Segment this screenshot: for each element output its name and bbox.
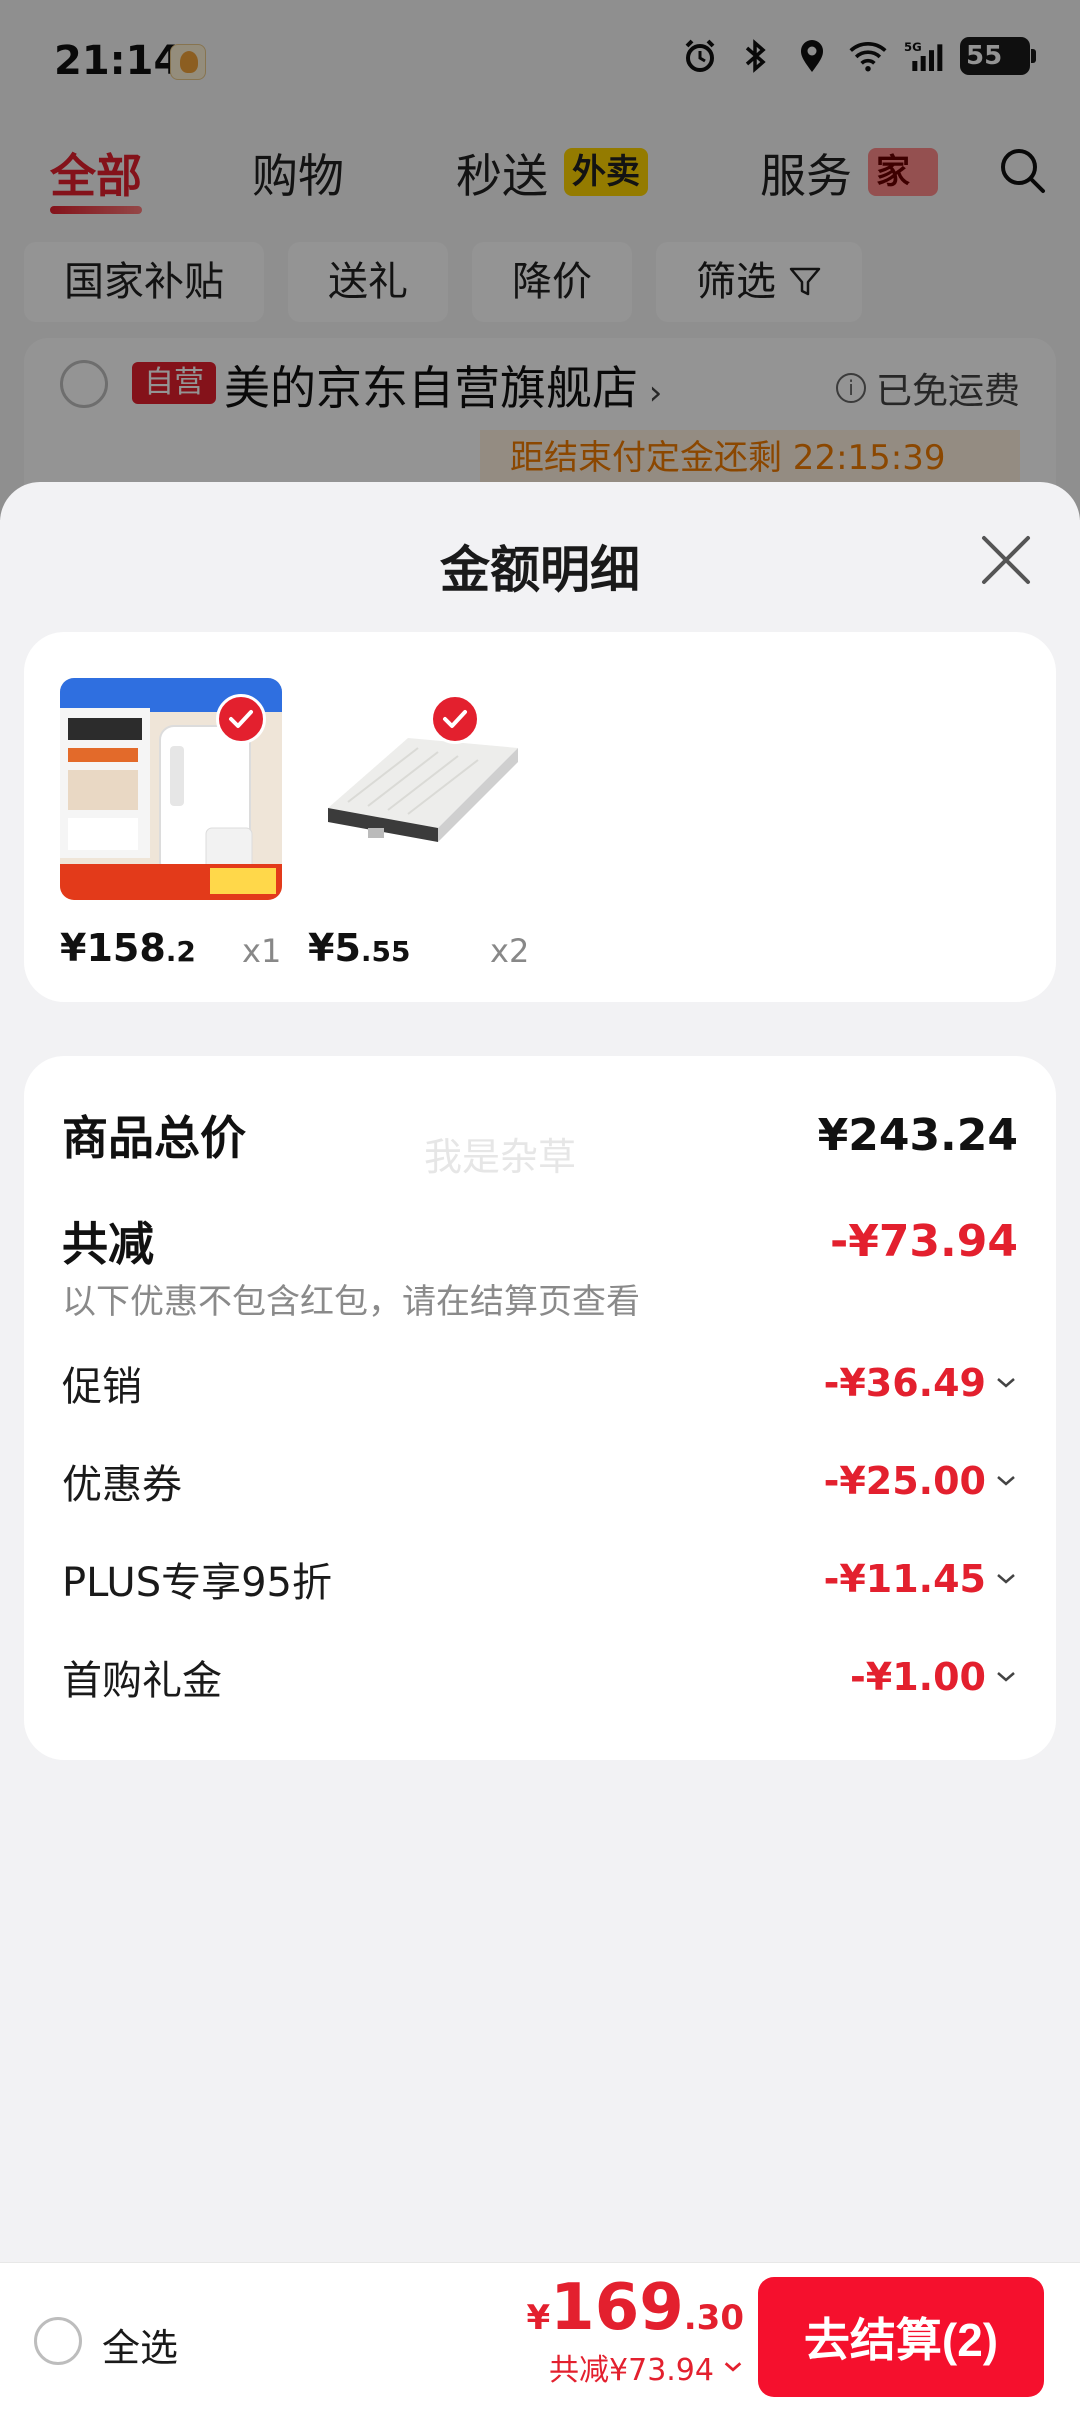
total-price-value: ¥243.24 <box>817 1109 1018 1161</box>
discount-row-coupon[interactable]: 优惠券 -¥25.00 <box>62 1452 1018 1510</box>
total-amount: ¥ 169 .30 共减¥73.94 <box>527 2271 745 2389</box>
price-integer: 158 <box>86 926 166 970</box>
discount-value: -¥25.00 <box>824 1459 1018 1503</box>
price-symbol: ¥ <box>308 926 335 970</box>
discount-row-plus[interactable]: PLUS专享95折 -¥11.45 <box>62 1550 1018 1608</box>
discount-label: 促销 <box>62 1364 142 1410</box>
saved-amount[interactable]: 共减¥73.94 <box>527 2345 745 2389</box>
total-price-row: 商品总价 ¥243.24 <box>62 1102 1018 1168</box>
discount-label: PLUS专享95折 <box>62 1560 332 1606</box>
total-integer: 169 <box>550 2271 684 2345</box>
water-dispenser-image <box>60 678 282 900</box>
sheet-title: 金额明细 <box>440 541 640 599</box>
discount-amount: -¥1.00 <box>850 1655 986 1699</box>
product-price: ¥158.2 <box>60 926 196 970</box>
saved-text: 共减¥73.94 <box>549 2353 714 2388</box>
modal-overlay[interactable] <box>0 0 1080 520</box>
checkmark-icon <box>430 694 480 744</box>
discount-value: -¥1.00 <box>850 1655 1018 1699</box>
chevron-down-icon <box>997 1476 1015 1486</box>
product-item[interactable]: ¥5.55 x2 <box>308 678 538 970</box>
discount-value: -¥11.45 <box>824 1557 1018 1601</box>
total-price: ¥ 169 .30 <box>527 2271 745 2345</box>
total-symbol: ¥ <box>526 2298 551 2338</box>
checkout-bar: 全选 ¥ 169 .30 共减¥73.94 去结算(2) <box>0 2262 1080 2414</box>
amount-detail-sheet: 金额明细 ¥158.2 x1 ¥5.55 x2 我是杂草 商品总价 ¥243.2… <box>0 482 1080 2414</box>
product-price: ¥5.55 <box>308 926 411 970</box>
discount-total-label: 共减 <box>62 1217 154 1271</box>
discount-amount: -¥11.45 <box>823 1557 986 1601</box>
products-card: ¥158.2 x1 ¥5.55 x2 <box>24 632 1056 1002</box>
checkout-button[interactable]: 去结算(2) <box>758 2277 1044 2397</box>
chevron-down-icon <box>724 2362 742 2372</box>
product-item[interactable]: ¥158.2 x1 <box>60 678 290 970</box>
discount-total-row: 共减 -¥73.94 <box>62 1208 1018 1274</box>
discount-label: 首购礼金 <box>62 1658 222 1704</box>
close-icon[interactable] <box>976 530 1036 590</box>
price-decimal: .55 <box>360 935 411 968</box>
chevron-down-icon <box>997 1378 1015 1388</box>
total-price-label: 商品总价 <box>62 1111 246 1165</box>
discount-value: -¥36.49 <box>824 1361 1018 1405</box>
select-all-radio[interactable] <box>34 2317 82 2365</box>
price-symbol: ¥ <box>60 926 87 970</box>
discount-note: 以下优惠不包含红包，请在结算页查看 <box>62 1282 640 1322</box>
discount-total-value: -¥73.94 <box>829 1215 1018 1267</box>
discount-amount: -¥25.00 <box>823 1459 986 1503</box>
checkmark-icon <box>216 694 266 744</box>
product-quantity: x2 <box>490 932 530 970</box>
discount-amount: -¥36.49 <box>823 1361 986 1405</box>
chevron-down-icon <box>997 1574 1015 1584</box>
discount-label: 优惠券 <box>62 1462 182 1508</box>
select-all-label[interactable]: 全选 <box>102 2317 178 2372</box>
discount-row-first-purchase[interactable]: 首购礼金 -¥1.00 <box>62 1648 1018 1706</box>
chevron-down-icon <box>997 1672 1015 1682</box>
discount-row-promotion[interactable]: 促销 -¥36.49 <box>62 1354 1018 1412</box>
product-quantity: x1 <box>242 932 282 970</box>
total-decimal: .30 <box>683 2298 744 2338</box>
price-decimal: .2 <box>165 935 196 968</box>
filter-cartridge-image <box>308 678 530 900</box>
price-integer: 5 <box>334 926 361 970</box>
price-summary-card: 我是杂草 商品总价 ¥243.24 共减 -¥73.94 以下优惠不包含红包，请… <box>24 1056 1056 1760</box>
